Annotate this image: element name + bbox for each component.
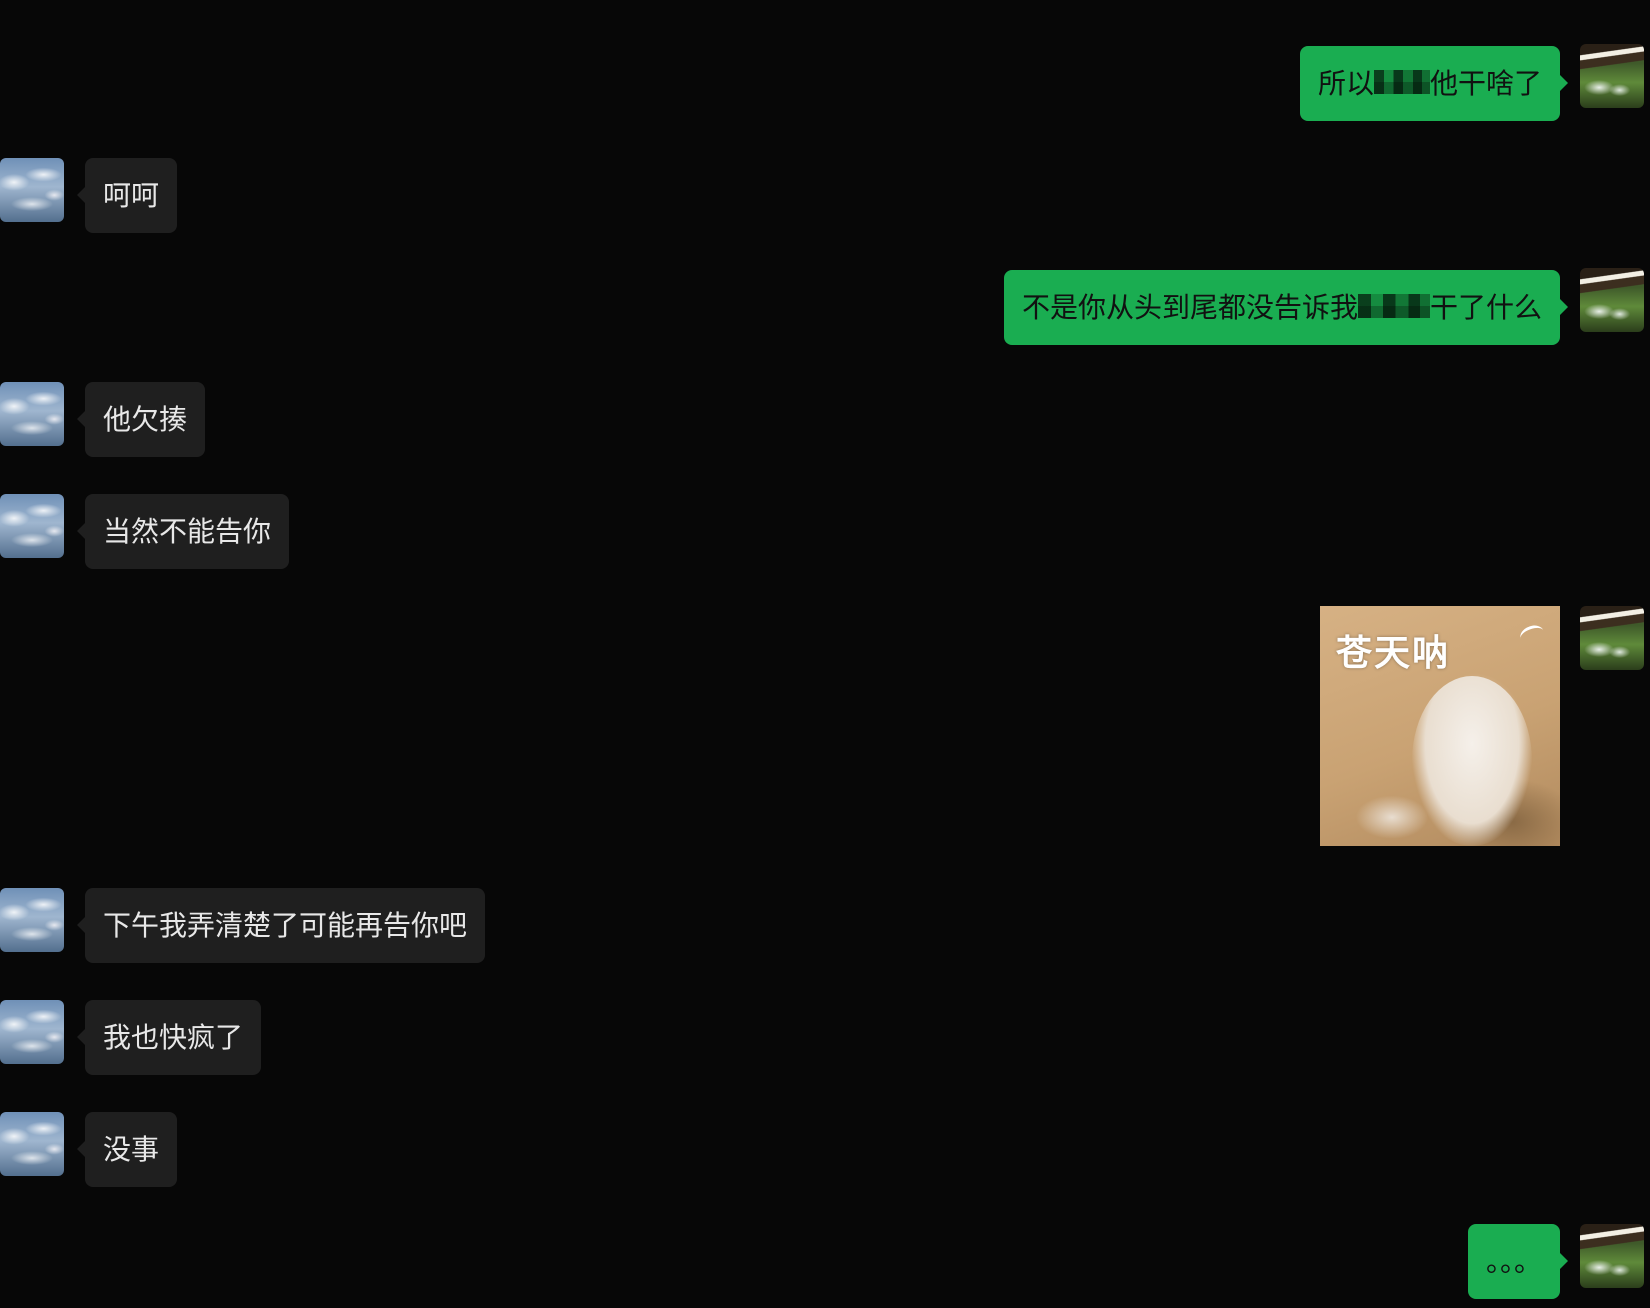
message-text: 。。。 [1485, 1245, 1542, 1278]
message-text: 没事 [103, 1133, 160, 1166]
redacted-name-mosaic [1357, 294, 1430, 318]
contact-avatar[interactable] [0, 1000, 64, 1064]
incoming-message-bubble[interactable]: 呵呵 [76, 158, 178, 233]
contact-avatar[interactable] [0, 158, 64, 222]
outgoing-message-bubble[interactable]: 所以 他干啥了 [1299, 46, 1569, 121]
motion-lines-icon [1517, 622, 1547, 647]
contact-avatar[interactable] [0, 494, 64, 558]
self-avatar[interactable] [1580, 1224, 1644, 1288]
incoming-message-bubble[interactable]: 下午我弄清楚了可能再告你吧 [76, 888, 486, 963]
sticker-caption: 苍天呐 [1336, 633, 1451, 674]
self-avatar[interactable] [1580, 606, 1644, 670]
redacted-name-mosaic [1373, 70, 1430, 94]
incoming-message-bubble[interactable]: 没事 [76, 1112, 178, 1187]
contact-avatar[interactable] [0, 382, 64, 446]
message-text: 呵呵 [103, 179, 160, 212]
outgoing-message-bubble[interactable]: 不是你从头到尾都没告诉我 干了什么 [1003, 270, 1569, 345]
message-text: 他干啥了 [1429, 67, 1542, 100]
message-text: 不是你从头到尾都没告诉我 [1021, 291, 1358, 324]
message-text: 干了什么 [1429, 291, 1542, 324]
self-avatar[interactable] [1580, 268, 1644, 332]
incoming-message-bubble[interactable]: 我也快疯了 [76, 1000, 262, 1075]
message-text: 他欠揍 [103, 403, 188, 436]
contact-avatar[interactable] [0, 1112, 64, 1176]
chat-message-list[interactable]: 所以 他干啥了 呵呵 不是你从头到尾都没告诉我 干了什么 他欠揍 当然不能告你 苍天… [0, 0, 1650, 1308]
cat-sticker-image[interactable]: 苍天呐 [1320, 606, 1560, 846]
self-avatar[interactable] [1580, 44, 1644, 108]
message-text: 当然不能告你 [103, 515, 272, 548]
cat-illustration [1412, 676, 1532, 846]
outgoing-message-bubble[interactable]: 。。。 [1467, 1224, 1569, 1299]
contact-avatar[interactable] [0, 888, 64, 952]
message-text: 下午我弄清楚了可能再告你吧 [103, 909, 468, 942]
incoming-message-bubble[interactable]: 当然不能告你 [76, 494, 290, 569]
message-text: 所以 [1317, 67, 1374, 100]
message-text: 我也快疯了 [103, 1021, 244, 1054]
incoming-message-bubble[interactable]: 他欠揍 [76, 382, 206, 457]
